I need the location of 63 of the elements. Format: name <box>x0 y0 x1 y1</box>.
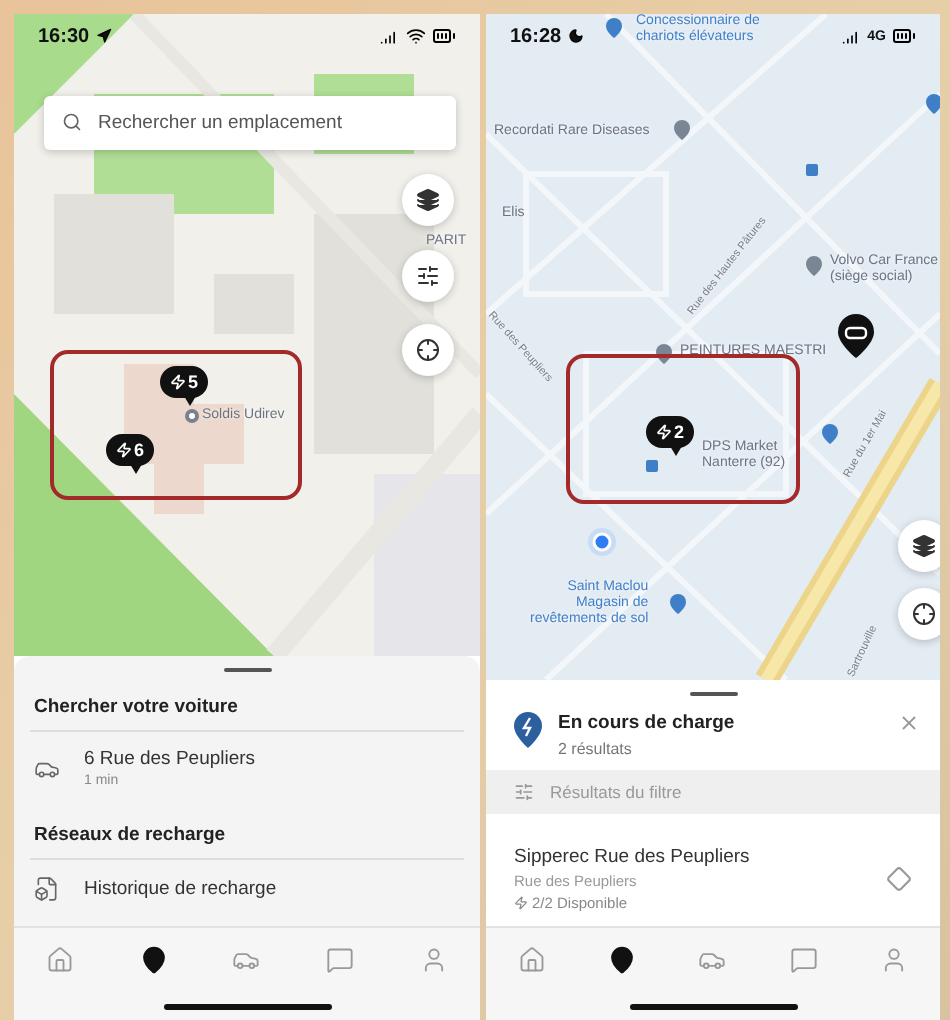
moon-icon <box>567 28 584 44</box>
charging-marker[interactable]: 6 <box>106 434 155 466</box>
chat-icon <box>789 946 818 974</box>
list-item[interactable]: Historique de recharge <box>14 860 480 922</box>
user-icon <box>419 946 448 974</box>
sheet-handle[interactable] <box>223 668 271 672</box>
pin-icon <box>656 344 672 364</box>
item-title: Historique de recharge <box>84 878 277 900</box>
charging-pin-icon <box>514 712 542 748</box>
layers-button[interactable] <box>402 174 454 226</box>
pin-icon <box>670 594 686 614</box>
sheet-title: En cours de charge <box>558 712 737 734</box>
status-time: 16:28 <box>510 25 562 47</box>
item-title: 6 Rue des Peupliers <box>84 748 256 770</box>
sliders-icon <box>416 264 440 288</box>
lightning-icon <box>116 442 132 458</box>
sliders-icon <box>514 782 534 802</box>
lightning-icon <box>514 895 528 909</box>
location-arrow-icon <box>95 28 112 44</box>
map-pin-icon <box>608 946 637 974</box>
document-icon <box>34 876 60 902</box>
pin-icon <box>822 424 838 444</box>
charging-marker[interactable]: 5 <box>160 366 209 398</box>
user-icon <box>880 946 909 974</box>
home-icon <box>46 946 75 974</box>
close-icon <box>898 712 920 734</box>
layers-icon <box>912 534 936 558</box>
car-marker-icon <box>838 314 874 358</box>
station-name: Sipperec Rue des Peupliers <box>514 845 752 867</box>
filter-button[interactable] <box>402 250 454 302</box>
pin-icon <box>606 18 622 38</box>
pin-icon <box>806 256 822 276</box>
search-icon <box>62 112 82 132</box>
lightning-icon <box>170 374 186 390</box>
signal-icon <box>841 26 862 46</box>
map-pin-icon <box>139 946 168 974</box>
close-button[interactable] <box>898 712 920 734</box>
section-title: Chercher votre voiture <box>30 680 464 732</box>
crosshair-icon <box>416 338 440 362</box>
poi-icon <box>184 408 200 424</box>
crosshair-icon <box>912 602 936 626</box>
lightning-icon <box>656 424 672 440</box>
battery-icon <box>892 24 916 48</box>
layers-button[interactable] <box>898 520 940 572</box>
section-title: Réseaux de recharge <box>30 808 464 860</box>
chat-icon <box>326 946 355 974</box>
pin-icon <box>926 94 940 114</box>
locate-button[interactable] <box>898 588 940 640</box>
bus-stop-icon <box>646 460 658 472</box>
bus-stop-icon <box>806 164 818 176</box>
battery-icon <box>432 24 456 48</box>
pin-icon <box>674 120 690 140</box>
wifi-icon <box>406 26 426 46</box>
signal-icon <box>380 26 400 46</box>
status-time: 16:30 <box>38 25 90 47</box>
layers-icon <box>416 188 440 212</box>
search-field[interactable]: Rechercher un emplacement <box>44 96 456 150</box>
directions-icon <box>886 865 912 891</box>
directions-button[interactable] <box>886 865 912 891</box>
home-icon <box>517 946 546 974</box>
sheet-handle[interactable] <box>689 692 737 696</box>
charging-marker[interactable]: 2 <box>646 416 695 448</box>
result-count: 2 résultats <box>558 740 634 758</box>
